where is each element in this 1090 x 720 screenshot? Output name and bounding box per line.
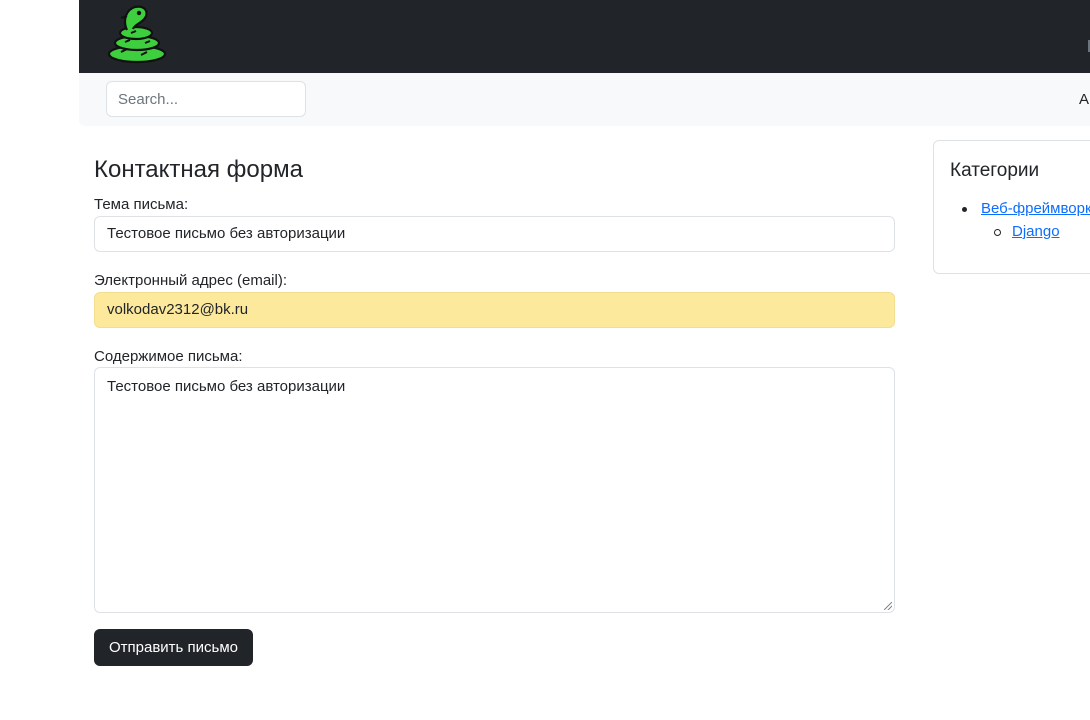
search-input[interactable]: [106, 81, 306, 117]
categories-title: Категории: [950, 160, 1040, 181]
subject-input[interactable]: Тестовое письмо без авторизации: [94, 216, 895, 252]
categories-list: Веб-фреймворки Django: [962, 200, 1090, 240]
content-textarea[interactable]: Тестовое письмо без авторизации: [94, 367, 895, 613]
category-link-web-frameworks[interactable]: Веб-фреймворки: [981, 200, 1090, 217]
resize-handle-icon[interactable]: [884, 602, 892, 610]
subcategory-item: Django: [994, 223, 1060, 240]
subject-label: Тема письма:: [94, 196, 189, 213]
content-textarea-text: Тестовое письмо без авторизации: [107, 378, 346, 395]
categories-card: Категории Веб-фреймворки Django: [933, 140, 1090, 274]
category-link-django[interactable]: Django: [1012, 223, 1060, 240]
email-input[interactable]: volkodav2312@bk.ru: [94, 292, 895, 328]
content-label: Содержимое письма:: [94, 348, 243, 365]
subbar-right-text: A: [1079, 91, 1090, 108]
snake-logo-icon[interactable]: [105, 2, 169, 64]
bullet-icon: [962, 207, 967, 212]
circle-bullet-icon: [994, 229, 1001, 236]
send-letter-button[interactable]: Отправить письмо: [94, 629, 253, 666]
email-label: Электронный адрес (email):: [94, 272, 288, 289]
search-bar-strip: A: [79, 73, 1090, 126]
top-navbar: [79, 0, 1090, 73]
page-title: Контактная форма: [94, 156, 303, 183]
